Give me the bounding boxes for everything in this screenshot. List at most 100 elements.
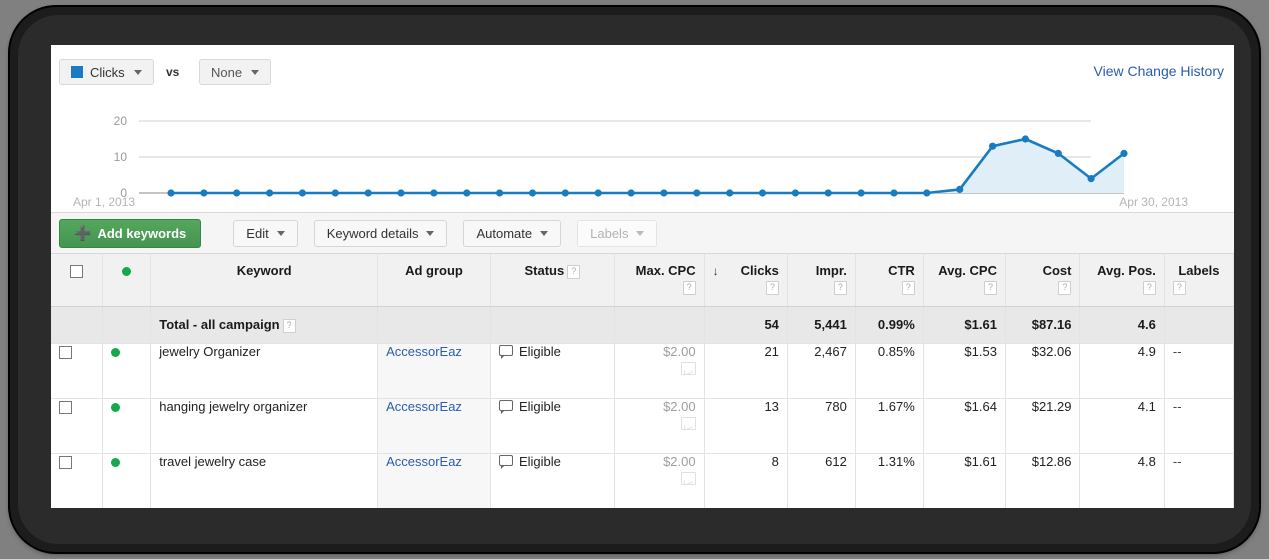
compare-metric-dropdown[interactable]: None	[199, 59, 272, 85]
bid-simulator-icon[interactable]	[680, 416, 696, 430]
keyword-cell: hanging jewelry organizer	[150, 398, 379, 454]
avg-cpc-header-label: Avg. CPC	[938, 263, 997, 278]
status-text: Eligible	[518, 453, 561, 469]
help-icon[interactable]: ?	[567, 265, 581, 279]
chart-data-point[interactable]	[496, 189, 504, 197]
chart-data-point[interactable]	[660, 189, 668, 197]
chart-data-point[interactable]	[627, 189, 635, 197]
chart-data-point[interactable]	[824, 189, 832, 197]
max-cpc-cell[interactable]: $2.00	[614, 453, 705, 508]
total-ctr-cell: 0.99%	[855, 306, 924, 344]
cost-header[interactable]: Cost ?	[1005, 254, 1081, 307]
automate-button[interactable]: Automate	[463, 219, 562, 247]
help-icon[interactable]: ?	[983, 281, 997, 295]
chart-data-point[interactable]	[890, 189, 898, 197]
impr-cell: 2,467	[787, 343, 856, 399]
impr-cell: 612	[787, 453, 856, 508]
chart-data-point[interactable]	[200, 189, 208, 197]
help-icon[interactable]: ?	[1058, 281, 1072, 295]
chart-data-point[interactable]	[430, 189, 438, 197]
row-select-cell	[51, 453, 103, 508]
chart-data-point[interactable]	[989, 142, 997, 150]
impr-header-label: Impr.	[815, 263, 847, 278]
status-header[interactable]: Status?	[490, 254, 615, 307]
select-all-checkbox[interactable]	[70, 265, 83, 279]
chart-data-point[interactable]	[528, 189, 537, 197]
ad-group-header[interactable]: Ad group	[377, 254, 491, 307]
add-keywords-button[interactable]: ➕ Add keywords	[59, 218, 202, 248]
ctr-header[interactable]: CTR ?	[855, 254, 924, 307]
help-icon[interactable]: ?	[1142, 281, 1156, 295]
labels-header-label: Labels	[1178, 263, 1220, 278]
help-icon[interactable]: ?	[833, 281, 847, 295]
max-cpc-cell[interactable]: $2.00	[614, 398, 705, 454]
clicks-header[interactable]: ↓ Clicks ?	[704, 254, 788, 307]
chart-data-point[interactable]	[364, 189, 372, 197]
compare-metric-label: None	[211, 64, 243, 80]
clicks-cell: 21	[704, 343, 788, 399]
chart-data-point[interactable]	[1087, 175, 1095, 183]
y-tick-20: 20	[113, 114, 127, 128]
ad-group-link[interactable]: AccessorEaz	[386, 399, 462, 414]
max-cpc-cell[interactable]: $2.00	[614, 343, 705, 399]
row-status-dot-cell	[102, 343, 152, 399]
keywords-toolbar: ➕ Add keywords Edit Keyword details Auto…	[51, 212, 1234, 254]
primary-metric-dropdown[interactable]: Clicks	[59, 59, 154, 85]
help-icon[interactable]: ?	[901, 281, 915, 295]
row-checkbox[interactable]	[59, 455, 72, 469]
chart-data-point[interactable]	[758, 189, 767, 197]
avg-pos-header[interactable]: Avg. Pos. ?	[1079, 254, 1165, 307]
help-icon[interactable]: ?	[282, 318, 296, 333]
adwords-keywords-screen: Clicks vs None View Change History 20 10…	[51, 45, 1234, 508]
labels-cell: --	[1164, 343, 1234, 399]
keyword-details-label: Keyword details	[326, 225, 419, 241]
max-cpc-value: $2.00	[663, 453, 696, 469]
speech-bubble-icon	[498, 454, 513, 469]
avg-pos-header-label: Avg. Pos.	[1097, 263, 1156, 278]
chart-data-point[interactable]	[956, 185, 964, 193]
chart-data-point[interactable]	[594, 189, 602, 197]
chart-data-point[interactable]	[1054, 149, 1062, 157]
chart-data-point[interactable]	[1021, 135, 1029, 143]
help-icon[interactable]: ?	[1172, 281, 1186, 295]
chart-data-point[interactable]	[233, 189, 241, 197]
chart-data-point[interactable]	[726, 189, 734, 197]
total-avg-pos-cell: 4.6	[1079, 306, 1165, 344]
help-icon[interactable]: ?	[682, 281, 696, 295]
bid-simulator-icon[interactable]	[680, 471, 696, 485]
keyword-header[interactable]: Keyword	[150, 254, 379, 307]
clicks-cell: 13	[704, 398, 788, 454]
chart-data-point[interactable]	[857, 189, 865, 197]
ad-group-link[interactable]: AccessorEaz	[386, 344, 462, 359]
chart-data-point[interactable]	[561, 189, 569, 197]
chart-data-point[interactable]	[397, 189, 405, 197]
chart-data-point[interactable]	[463, 189, 471, 197]
edit-button[interactable]: Edit	[233, 219, 298, 247]
avg-cpc-header[interactable]: Avg. CPC ?	[923, 254, 1006, 307]
status-dot-icon	[111, 457, 120, 467]
max-cpc-value: $2.00	[663, 343, 696, 359]
row-checkbox[interactable]	[59, 345, 72, 359]
chevron-down-icon	[276, 230, 285, 236]
impr-header[interactable]: Impr. ?	[787, 254, 856, 307]
chart-data-point[interactable]	[266, 189, 274, 197]
ctr-cell: 1.67%	[855, 398, 924, 454]
chart-data-point[interactable]	[298, 189, 306, 197]
chart-data-point[interactable]	[693, 189, 701, 197]
chart-data-point[interactable]	[1120, 149, 1128, 157]
chart-data-point[interactable]	[331, 189, 339, 197]
max-cpc-header[interactable]: Max. CPC ?	[614, 254, 705, 307]
total-cost-cell: $87.16	[1005, 306, 1081, 344]
chart-data-point[interactable]	[923, 189, 931, 197]
chart-data-point[interactable]	[167, 189, 175, 197]
bid-simulator-icon[interactable]	[680, 361, 696, 375]
view-change-history-link[interactable]: View Change History	[1094, 63, 1224, 79]
help-icon[interactable]: ?	[765, 281, 779, 295]
status-text: Eligible	[518, 343, 561, 359]
chart-data-point[interactable]	[791, 189, 800, 197]
ctr-cell: 0.85%	[855, 343, 924, 399]
labels-header[interactable]: Labels ?	[1164, 254, 1234, 307]
keyword-details-button[interactable]: Keyword details	[313, 219, 448, 247]
row-checkbox[interactable]	[59, 400, 72, 414]
ad-group-link[interactable]: AccessorEaz	[386, 454, 462, 469]
